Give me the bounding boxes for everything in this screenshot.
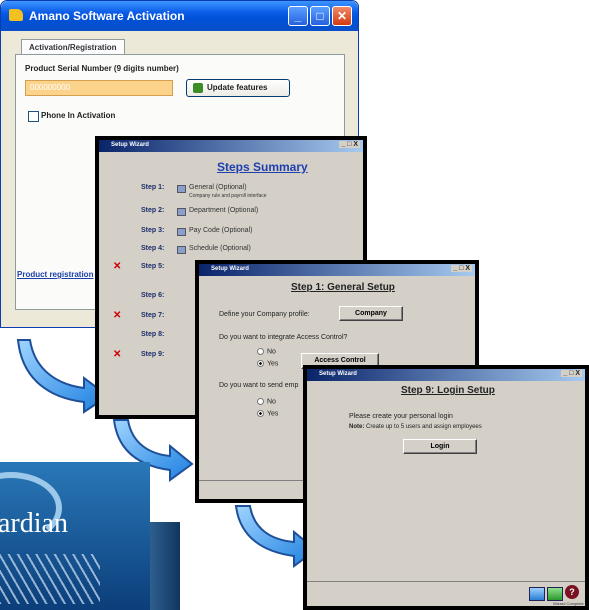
banner-globe bbox=[0, 554, 100, 604]
define-company-label: Define your Company profile: bbox=[219, 311, 310, 318]
step-subtext: Company rule and payroll interface bbox=[189, 193, 267, 199]
send-no-option[interactable]: No bbox=[257, 398, 276, 405]
monitor-icon[interactable] bbox=[529, 587, 545, 601]
access-control-question: Do you want to integrate Access Control? bbox=[219, 334, 348, 341]
incomplete-x-icon: ✕ bbox=[113, 349, 122, 360]
help-icon[interactable]: ? bbox=[565, 585, 579, 599]
window-controls[interactable]: _ □ X bbox=[451, 265, 472, 272]
step-label: Step 8: bbox=[141, 331, 165, 338]
access-yes-radio[interactable] bbox=[257, 360, 264, 367]
incomplete-x-icon: ✕ bbox=[113, 261, 122, 272]
step-label: Step 3: bbox=[141, 227, 165, 234]
general-titlebar: Setup Wizard _ □ X bbox=[199, 264, 475, 276]
send-yes-radio[interactable] bbox=[257, 410, 264, 417]
login-titlebar: Setup Wizard _ □ X bbox=[307, 369, 585, 381]
login-footer-divider bbox=[307, 581, 585, 582]
wizard-check-icon[interactable] bbox=[547, 587, 563, 601]
step-label: Step 2: bbox=[141, 207, 165, 214]
summary-heading: Steps Summary bbox=[217, 160, 308, 174]
step-icon bbox=[177, 246, 186, 254]
guardian-banner: ardian bbox=[0, 462, 150, 610]
send-no-radio[interactable] bbox=[257, 398, 264, 405]
step-text[interactable]: Department (Optional) bbox=[189, 207, 258, 214]
step-label: Step 1: bbox=[141, 184, 165, 191]
window-controls[interactable]: _ □ X bbox=[339, 141, 360, 148]
login-button[interactable]: Login bbox=[403, 439, 477, 454]
login-note: Note: Create up to 5 users and assign em… bbox=[349, 424, 482, 430]
step-label: Step 4: bbox=[141, 245, 165, 252]
banner-text: ardian bbox=[0, 508, 68, 539]
step-text[interactable]: Pay Code (Optional) bbox=[189, 227, 252, 234]
step-icon bbox=[177, 228, 186, 236]
step-text[interactable]: General (Optional) bbox=[189, 184, 247, 191]
company-button[interactable]: Company bbox=[339, 306, 403, 321]
login-setup-window: Setup Wizard _ □ X Step 9: Login Setup Pl… bbox=[303, 365, 589, 610]
wizard-complete-label: Wizard Complete bbox=[553, 601, 584, 606]
step-icon bbox=[177, 208, 186, 216]
step-label: Step 6: bbox=[141, 292, 165, 299]
send-employees-question: Do you want to send emp bbox=[219, 382, 299, 389]
incomplete-x-icon: ✕ bbox=[113, 310, 122, 321]
general-heading: Step 1: General Setup bbox=[291, 282, 395, 293]
step-label: Step 7: bbox=[141, 312, 165, 319]
step-icon bbox=[177, 185, 186, 193]
step-label: Step 9: bbox=[141, 351, 165, 358]
step-text[interactable]: Schedule (Optional) bbox=[189, 245, 251, 252]
banner-side-panel bbox=[150, 522, 180, 610]
window-controls[interactable]: _ □ X bbox=[561, 370, 582, 377]
login-heading: Step 9: Login Setup bbox=[401, 385, 495, 396]
access-no-option[interactable]: No bbox=[257, 348, 276, 355]
access-no-radio[interactable] bbox=[257, 348, 264, 355]
access-yes-option[interactable]: Yes bbox=[257, 360, 278, 367]
step-label: Step 5: bbox=[141, 263, 165, 270]
create-login-text: Please create your personal login bbox=[349, 413, 453, 420]
summary-titlebar: Setup Wizard _ □ X bbox=[99, 140, 363, 152]
send-yes-option[interactable]: Yes bbox=[257, 410, 278, 417]
